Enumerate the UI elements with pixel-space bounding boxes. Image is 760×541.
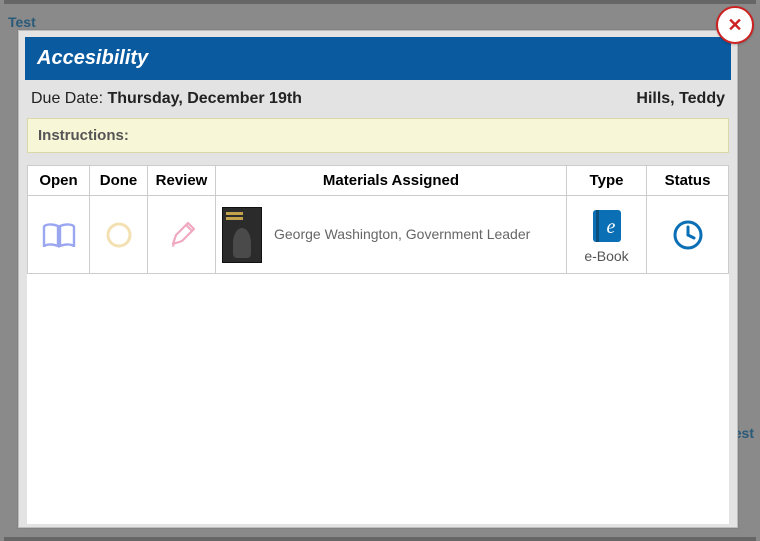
due-date-value: Thursday, December 19th: [108, 90, 302, 107]
circle-progress-icon: [104, 220, 134, 250]
close-button[interactable]: ✕: [716, 6, 754, 44]
done-cell[interactable]: [90, 196, 148, 274]
clock-icon: [671, 218, 705, 252]
close-icon: ✕: [727, 15, 742, 36]
col-done: Done: [90, 166, 148, 196]
col-review: Review: [148, 166, 216, 196]
grid-empty-area: [27, 274, 729, 524]
pencil-icon: [167, 220, 197, 250]
accessibility-modal: Accesibility Due Date: Thursday, Decembe…: [18, 30, 738, 528]
review-cell[interactable]: [148, 196, 216, 274]
open-cell[interactable]: [28, 196, 90, 274]
table-row: George Washington, Government Leader e e…: [28, 196, 729, 274]
col-open: Open: [28, 166, 90, 196]
col-status: Status: [647, 166, 729, 196]
material-thumbnail: [222, 207, 262, 263]
status-cell: [647, 196, 729, 274]
ebook-icon: e: [587, 206, 627, 246]
table-header-row: Open Done Review Materials Assigned Type…: [28, 166, 729, 196]
material-title: George Washington, Government Leader: [274, 225, 530, 243]
student-name: Hills, Teddy: [636, 90, 725, 108]
modal-title: Accesibility: [25, 37, 731, 80]
book-open-icon: [41, 221, 77, 249]
materials-cell: George Washington, Government Leader: [216, 196, 567, 274]
modal-meta-row: Due Date: Thursday, December 19th Hills,…: [25, 80, 731, 118]
background-text: Test: [8, 14, 36, 30]
instructions-panel: Instructions:: [27, 118, 729, 153]
due-date-label: Due Date:: [31, 90, 103, 107]
svg-text:e: e: [606, 216, 615, 238]
col-type: Type: [567, 166, 647, 196]
col-materials: Materials Assigned: [216, 166, 567, 196]
assignments-grid: Open Done Review Materials Assigned Type…: [27, 165, 729, 524]
type-label: e-Book: [573, 248, 640, 264]
type-cell: e e-Book: [567, 196, 647, 274]
